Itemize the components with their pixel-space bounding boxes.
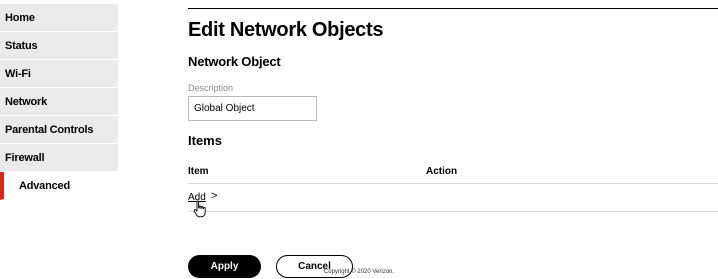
sidebar-item-label: Advanced	[19, 180, 70, 192]
sidebar-item-wifi[interactable]: Wi-Fi	[0, 60, 118, 88]
sidebar-item-label: Network	[5, 96, 47, 108]
column-header-item: Item	[188, 166, 209, 177]
sidebar-item-label: Home	[5, 12, 35, 24]
page-title: Edit Network Objects	[188, 19, 384, 41]
sidebar-item-label: Firewall	[5, 152, 45, 164]
copyright-text: Copyright © 2020 Verizon.	[323, 269, 395, 275]
items-table: Item Action Add >	[188, 158, 718, 218]
sidebar-item-network[interactable]: Network	[0, 88, 118, 116]
sidebar-item-advanced[interactable]: Advanced	[0, 172, 118, 200]
sidebar-item-label: Status	[5, 40, 38, 52]
sidebar-item-home[interactable]: Home	[0, 4, 118, 32]
sidebar-item-label: Wi-Fi	[5, 68, 31, 80]
hand-pointer-icon	[193, 200, 207, 223]
top-divider	[188, 8, 718, 9]
sidebar-item-label: Parental Controls	[5, 124, 94, 136]
table-header: Item Action	[188, 158, 718, 184]
sidebar-item-status[interactable]: Status	[0, 32, 118, 60]
table-row: Add >	[188, 184, 718, 218]
description-input[interactable]	[188, 96, 317, 121]
sidebar-item-firewall[interactable]: Firewall	[0, 144, 118, 172]
description-label: Description	[188, 83, 234, 93]
column-header-action: Action	[426, 166, 458, 177]
sidebar-item-parental-controls[interactable]: Parental Controls	[0, 116, 118, 144]
sidebar-nav: Home Status Wi-Fi Network Parental Contr…	[0, 4, 118, 200]
section-title: Network Object	[188, 54, 281, 69]
items-title: Items	[188, 133, 222, 148]
page-root: Home Status Wi-Fi Network Parental Contr…	[0, 0, 718, 279]
chevron-right-icon[interactable]: >	[211, 190, 217, 202]
